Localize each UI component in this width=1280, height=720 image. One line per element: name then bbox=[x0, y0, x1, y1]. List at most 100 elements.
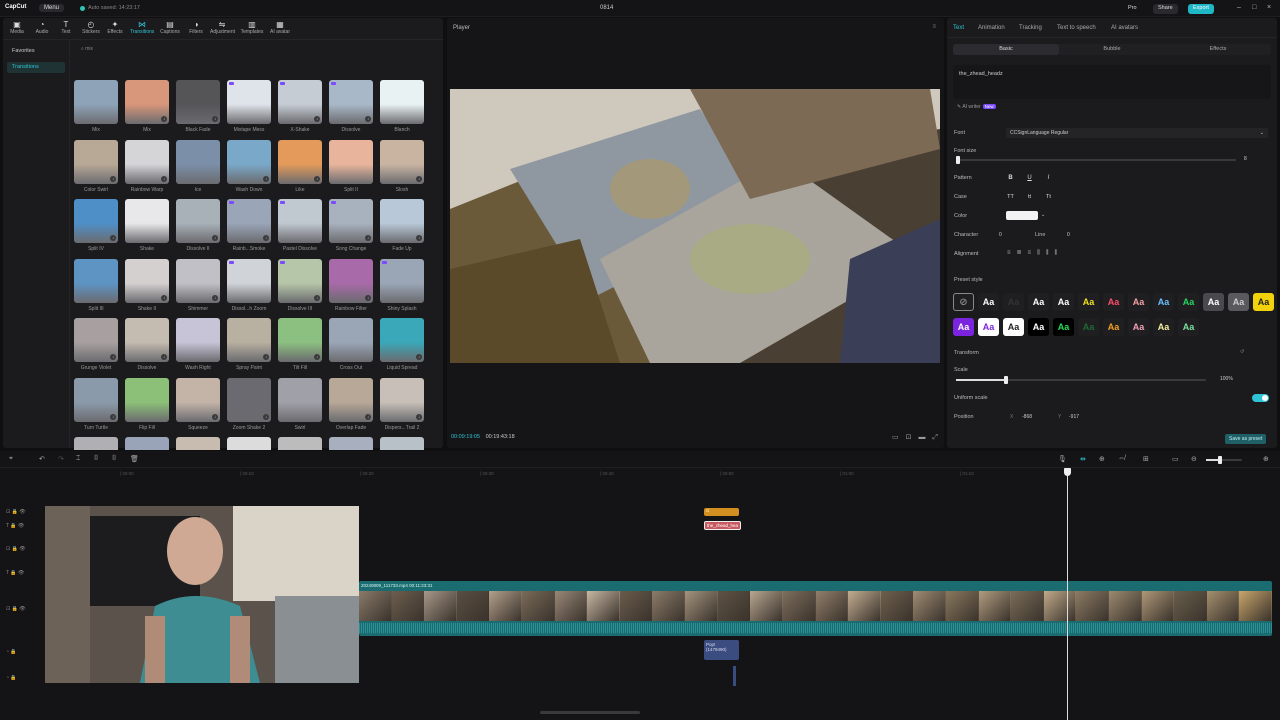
download-icon[interactable]: ↓ bbox=[416, 175, 422, 182]
transition-item[interactable]: ↓ Shake II bbox=[125, 258, 169, 312]
microphone-icon[interactable]: 🎙 bbox=[1058, 455, 1067, 463]
close-icon[interactable]: × bbox=[1267, 4, 1271, 11]
scale-slider[interactable] bbox=[956, 376, 1206, 384]
tool-text[interactable]: T Text bbox=[54, 20, 78, 35]
transition-item[interactable]: Ice bbox=[176, 139, 220, 193]
transition-item[interactable]: ↓ Dissolve II bbox=[176, 199, 220, 252]
transition-item[interactable]: ↓ Like bbox=[278, 139, 322, 193]
font-size-knob[interactable] bbox=[956, 156, 960, 164]
download-icon[interactable]: ↓ bbox=[110, 235, 116, 241]
preset-style[interactable]: Aa bbox=[1078, 293, 1099, 311]
tab-animation[interactable]: Animation bbox=[978, 25, 1005, 31]
track-controls-sticker[interactable]: ⊡ 🔒 👁 bbox=[6, 509, 26, 515]
preset-style[interactable]: Aa bbox=[978, 293, 999, 311]
export-button[interactable]: Export bbox=[1188, 4, 1214, 14]
snap-icon[interactable]: ⊞ bbox=[1143, 455, 1149, 463]
download-icon[interactable]: ↓ bbox=[263, 354, 269, 360]
download-icon[interactable]: ↓ bbox=[110, 354, 116, 360]
preset-style[interactable]: Aa bbox=[1053, 293, 1074, 311]
split-right-icon[interactable]: ⌷ bbox=[112, 455, 116, 463]
preset-style[interactable]: Aa bbox=[1128, 293, 1149, 311]
fullscreen-icon[interactable]: ⤢ bbox=[932, 434, 938, 441]
tool-templates[interactable]: ▥ Templates bbox=[240, 20, 264, 35]
aspect-ratio-icon[interactable]: ▭ bbox=[892, 434, 899, 441]
transition-item[interactable]: ↓ Rainb...Smoke bbox=[227, 199, 271, 252]
download-icon[interactable]: ↓ bbox=[416, 354, 422, 360]
transition-item[interactable]: ↓ Grunge Violet bbox=[74, 318, 118, 371]
timeline-scrollbar[interactable] bbox=[540, 711, 640, 714]
save-as-preset-button[interactable]: Save as preset bbox=[1225, 434, 1267, 444]
select-tool-icon[interactable]: ⌖ bbox=[9, 455, 13, 463]
download-icon[interactable]: ↓ bbox=[212, 116, 218, 122]
download-icon[interactable]: ↓ bbox=[263, 413, 269, 420]
download-icon[interactable]: ↓ bbox=[314, 294, 320, 301]
transition-item[interactable]: ↓ Dissolve bbox=[329, 80, 373, 133]
transition-item[interactable]: ↓ Wash Down bbox=[227, 139, 271, 193]
preset-style[interactable]: Aa bbox=[1103, 318, 1124, 336]
transition-item[interactable]: ↓ Shimmer bbox=[176, 258, 220, 312]
transition-item[interactable]: ↓ Rainbow Warp bbox=[125, 139, 169, 193]
transition-item[interactable]: ↓ Fade Up bbox=[380, 199, 424, 252]
chevron-down-icon[interactable]: ⌄ bbox=[1041, 212, 1045, 218]
transition-item[interactable]: ↓ bbox=[176, 437, 220, 450]
transition-item[interactable]: Dissol...h Zoom bbox=[227, 258, 271, 312]
transition-item[interactable]: Cross Out bbox=[329, 318, 373, 371]
uppercase-button[interactable]: TT bbox=[1005, 193, 1016, 202]
transition-item[interactable]: ↓ Liquid Spread bbox=[380, 318, 424, 371]
transition-item[interactable]: ↓ Color Swirl bbox=[74, 139, 118, 193]
sidebar-item-favorites[interactable]: Favorites bbox=[7, 46, 65, 57]
character-spacing-value[interactable]: 0 bbox=[999, 232, 1002, 238]
preset-style[interactable]: Aa bbox=[1128, 318, 1149, 336]
uniform-scale-toggle[interactable] bbox=[1252, 394, 1269, 402]
download-icon[interactable]: ↓ bbox=[263, 235, 269, 241]
zoom-knob[interactable] bbox=[1218, 456, 1222, 464]
transition-item[interactable]: Shake bbox=[125, 199, 169, 252]
tool-filters[interactable]: ◑ Filters bbox=[184, 20, 208, 35]
tool-audio[interactable]: ◔ Audio bbox=[30, 20, 54, 35]
playhead[interactable] bbox=[1064, 468, 1071, 720]
transition-item[interactable]: Swirl bbox=[278, 377, 322, 431]
transition-item[interactable]: ↓ Squeeze bbox=[176, 377, 220, 431]
zoom-in-icon[interactable]: ⊕ bbox=[1263, 455, 1269, 463]
text-clip[interactable]: the_zhead_hea bbox=[704, 521, 741, 530]
lowercase-button[interactable]: tt bbox=[1024, 193, 1035, 202]
download-icon[interactable]: ↓ bbox=[263, 175, 269, 182]
tool-media[interactable]: ▣ Media bbox=[5, 20, 29, 35]
transition-item[interactable]: ↓ Overlap Fade bbox=[329, 377, 373, 431]
track-controls-text-2[interactable]: T 🔒 👁 bbox=[6, 570, 24, 576]
tool-captions[interactable]: ▤ Captions bbox=[158, 20, 182, 35]
zoom-slider[interactable] bbox=[1206, 456, 1242, 464]
undo-icon[interactable]: ↶ bbox=[39, 455, 45, 463]
tool-effects[interactable]: ✦ Effects bbox=[103, 20, 127, 35]
subtab-effects[interactable]: Effects bbox=[1165, 44, 1271, 55]
preset-style[interactable]: Aa bbox=[953, 318, 974, 336]
preset-style[interactable]: Aa bbox=[1028, 318, 1049, 336]
player-menu-icon[interactable]: ≡ bbox=[932, 24, 936, 30]
chapter-icon[interactable]: ▭ bbox=[1172, 455, 1179, 463]
position-y-value[interactable]: -917 bbox=[1069, 414, 1079, 420]
transition-item[interactable] bbox=[227, 437, 271, 450]
scale-knob[interactable] bbox=[1004, 376, 1008, 384]
transition-item[interactable]: ↓ Split IV bbox=[74, 199, 118, 252]
download-icon[interactable]: ↓ bbox=[110, 175, 116, 182]
audio-clip[interactable]: Pop! (1479490) bbox=[704, 640, 739, 660]
download-icon[interactable]: ↓ bbox=[365, 116, 371, 122]
preset-style[interactable]: Aa bbox=[1103, 293, 1124, 311]
transition-item[interactable]: ↓ Spray Paint bbox=[227, 318, 271, 371]
transition-item[interactable]: ↓ Tilt Fill bbox=[278, 318, 322, 371]
transition-item[interactable]: Flip Fill bbox=[125, 377, 169, 431]
subtab-basic[interactable]: Basic bbox=[953, 44, 1059, 55]
transition-item[interactable]: ↓ Slosh bbox=[380, 139, 424, 193]
underline-button[interactable]: U bbox=[1024, 174, 1035, 183]
transition-item[interactable]: ↓ bbox=[125, 437, 169, 450]
tab-text-to-speech[interactable]: Text to speech bbox=[1057, 25, 1096, 31]
transition-item[interactable]: ↓ Rainbow Filter bbox=[329, 258, 373, 312]
preset-style[interactable]: Aa bbox=[1053, 318, 1074, 336]
track-controls-audio-2[interactable]: ◔ 🔒 bbox=[6, 675, 17, 681]
font-select[interactable]: CCSignLanguage Regular ⌄ bbox=[1006, 128, 1268, 138]
split-icon[interactable]: ⌶ bbox=[76, 455, 80, 463]
subtab-bubble[interactable]: Bubble bbox=[1059, 44, 1165, 55]
download-icon[interactable]: ↓ bbox=[314, 354, 320, 360]
preset-style[interactable]: Aa bbox=[1003, 318, 1024, 336]
pro-button[interactable]: Pro bbox=[1123, 4, 1142, 14]
